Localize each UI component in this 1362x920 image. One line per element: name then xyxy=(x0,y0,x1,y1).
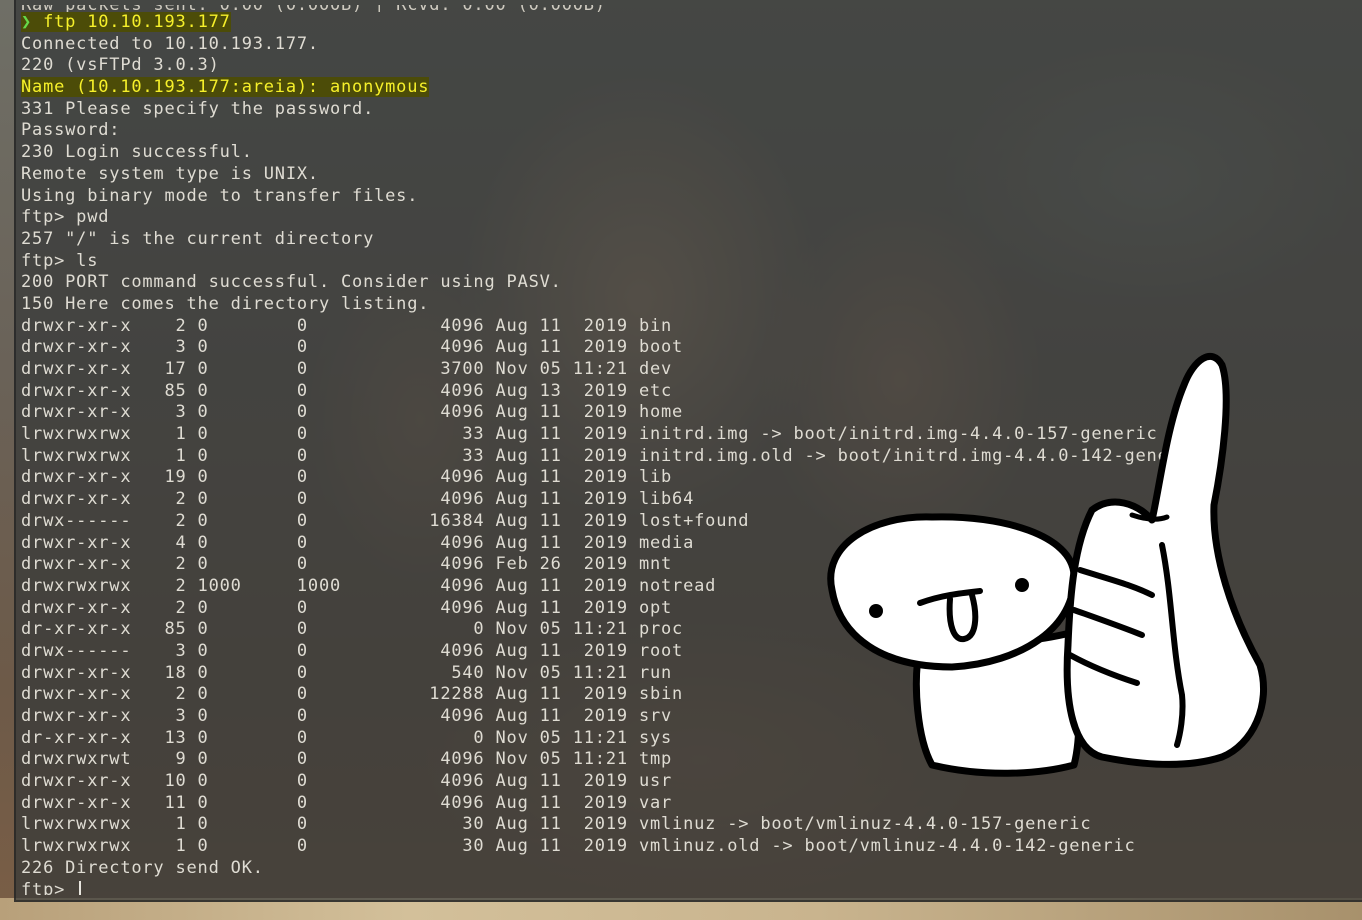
output-line: 257 "/" is the current directory xyxy=(21,228,375,249)
output-line: 220 (vsFTPd 3.0.3) xyxy=(21,55,220,76)
command-line: ❯ ftp 10.10.193.177 xyxy=(21,12,1356,34)
text-cursor xyxy=(79,880,82,895)
output-line: ftp> ls xyxy=(21,250,99,271)
final-prompt-line[interactable]: ftp> xyxy=(21,879,1356,896)
output-line: Remote system type is UNIX. xyxy=(21,163,319,184)
prompt-arrow-icon: ❯ xyxy=(21,12,33,32)
doodle-eye-right xyxy=(1015,578,1029,592)
terminal-partial-header: Raw packets sent: 0.00 (0.000B) | Rcvd: … xyxy=(21,5,1356,12)
thumbs-up-doodle-icon xyxy=(827,352,1268,777)
output-line: ftp> pwd xyxy=(21,207,110,228)
command-highlight: ❯ ftp 10.10.193.177 xyxy=(21,12,231,32)
directory-listing-row: drwxr-xr-x 11 0 0 4096 Aug 11 2019 var xyxy=(21,792,673,813)
name-prompt-line: Name (10.10.193.177:areia): anonymous xyxy=(21,77,1356,99)
output-line: Connected to 10.10.193.177. xyxy=(21,33,319,54)
output-line: Using binary mode to transfer files. xyxy=(21,185,419,206)
name-prompt-highlight: Name (10.10.193.177:areia): anonymous xyxy=(21,77,430,98)
closing-line: 226 Directory send OK. xyxy=(21,857,264,878)
directory-listing-row: drwxr-xr-x 2 0 0 4096 Aug 11 2019 bin xyxy=(21,315,673,336)
directory-listing-row: lrwxrwxrwx 1 0 0 30 Aug 11 2019 vmlinuz … xyxy=(21,814,1092,835)
output-line: Password: xyxy=(21,120,121,141)
ftp-prompt: ftp> xyxy=(21,879,77,896)
output-line: 230 Login successful. xyxy=(21,142,253,163)
directory-listing-row: lrwxrwxrwx 1 0 0 30 Aug 11 2019 vmlinuz.… xyxy=(21,836,1136,857)
ftp-command: ftp 10.10.193.177 xyxy=(32,12,231,32)
output-line: 200 PORT command successful. Consider us… xyxy=(21,272,562,293)
doodle-eye-left xyxy=(869,604,883,618)
output-line: 150 Here comes the directory listing. xyxy=(21,293,430,314)
output-line: 331 Please specify the password. xyxy=(21,98,375,119)
